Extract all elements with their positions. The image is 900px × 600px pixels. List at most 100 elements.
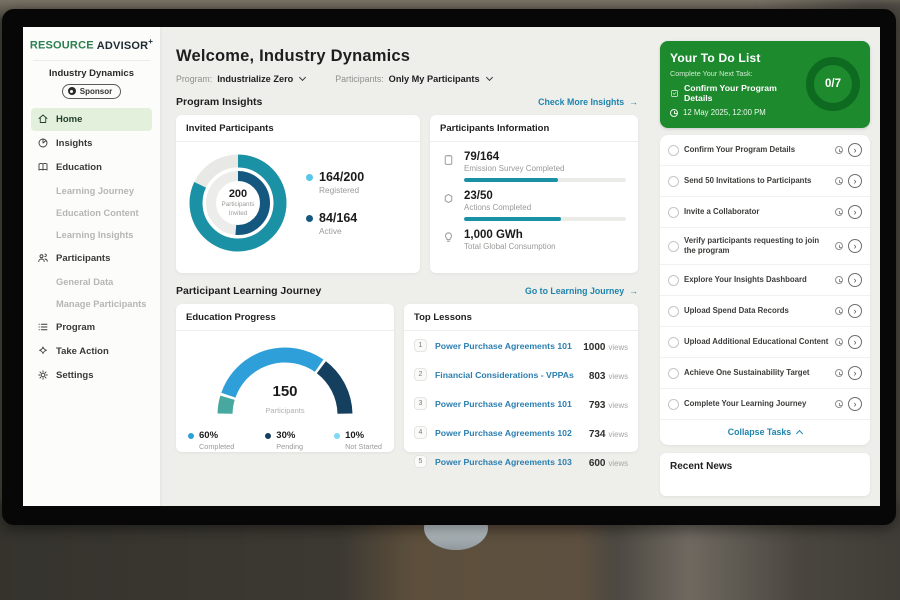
chevron-glyph: › bbox=[854, 276, 857, 285]
task-checkbox[interactable] bbox=[668, 275, 679, 286]
clock-icon bbox=[835, 146, 843, 154]
donut-center-caption: Participants Invited bbox=[212, 201, 264, 217]
views-suffix: views bbox=[609, 430, 629, 439]
task-row[interactable]: Send 50 Invitations to Participants › bbox=[660, 166, 870, 197]
chevron-right-icon[interactable]: › bbox=[848, 366, 862, 380]
task-checkbox[interactable] bbox=[668, 399, 679, 410]
legend-dot bbox=[188, 433, 194, 439]
sidebar-item-education-content[interactable]: Education Content bbox=[23, 202, 160, 224]
chevron-glyph: › bbox=[854, 177, 857, 186]
stat-label: Emission Survey Completed bbox=[464, 164, 626, 173]
chevron-right-icon[interactable]: › bbox=[848, 304, 862, 318]
task-checkbox[interactable] bbox=[668, 368, 679, 379]
sidebar-item-settings[interactable]: Settings bbox=[31, 364, 152, 387]
lesson-link[interactable]: Financial Considerations - VPPAs bbox=[435, 370, 581, 380]
learning-journey-section-header: Participant Learning Journey Go to Learn… bbox=[176, 285, 638, 297]
sidebar-item-learning-insights[interactable]: Learning Insights bbox=[23, 224, 160, 246]
monitor-bezel: RESOURCEADVISOR+ Industry Dynamics Spons… bbox=[2, 9, 896, 525]
lesson-views: 734views bbox=[589, 424, 628, 442]
task-checkbox[interactable] bbox=[668, 145, 679, 156]
progress-bar-fill bbox=[464, 178, 558, 182]
task-row[interactable]: Explore Your Insights Dashboard › bbox=[660, 265, 870, 296]
program-select[interactable]: Program: Industrialize Zero bbox=[176, 74, 305, 84]
actions-icon bbox=[442, 192, 455, 205]
chevron-up-icon bbox=[796, 430, 803, 437]
task-row[interactable]: Invite a Collaborator › bbox=[660, 197, 870, 228]
chevron-right-icon[interactable]: › bbox=[848, 205, 862, 219]
link-label: Go to Learning Journey bbox=[525, 286, 624, 296]
lesson-row[interactable]: 4 Power Purchase Agreements 102 734views bbox=[404, 418, 638, 447]
legend-item-completed: 60% Completed bbox=[188, 430, 234, 451]
chevron-right-icon[interactable]: › bbox=[848, 174, 862, 188]
clock-icon bbox=[835, 338, 843, 346]
sponsor-icon bbox=[68, 87, 76, 95]
task-checkbox[interactable] bbox=[668, 337, 679, 348]
app-logo[interactable]: RESOURCEADVISOR+ bbox=[23, 37, 160, 52]
task-label: Verify participants requesting to join t… bbox=[684, 236, 830, 256]
todo-next-task[interactable]: Confirm Your Program Details bbox=[670, 83, 800, 103]
stat-value: 79/164 bbox=[464, 151, 626, 163]
go-to-learning-journey-link[interactable]: Go to Learning Journey → bbox=[525, 286, 638, 296]
chevron-right-icon[interactable]: › bbox=[848, 335, 862, 349]
lesson-row[interactable]: 3 Power Purchase Agreements 101 793views bbox=[404, 389, 638, 418]
chevron-right-icon[interactable]: › bbox=[848, 239, 862, 253]
task-row[interactable]: Complete Your Learning Journey › bbox=[660, 389, 870, 420]
chevron-right-icon[interactable]: › bbox=[848, 143, 862, 157]
task-checkbox[interactable] bbox=[668, 306, 679, 317]
chevron-glyph: › bbox=[854, 208, 857, 217]
task-label: Explore Your Insights Dashboard bbox=[684, 275, 830, 285]
filter-bar: Program: Industrialize Zero Participants… bbox=[176, 74, 638, 84]
lesson-row[interactable]: 2 Financial Considerations - VPPAs 803vi… bbox=[404, 360, 638, 389]
task-checkbox[interactable] bbox=[668, 241, 679, 252]
logo-text-primary: RESOURCE bbox=[30, 40, 94, 52]
chevron-right-icon[interactable]: › bbox=[848, 397, 862, 411]
chevron-down-icon bbox=[486, 74, 493, 81]
progress-bar-fill bbox=[464, 217, 561, 221]
check-more-insights-link[interactable]: Check More Insights → bbox=[538, 97, 638, 107]
task-row[interactable]: Confirm Your Program Details › bbox=[660, 135, 870, 166]
task-row[interactable]: Achieve One Sustainability Target › bbox=[660, 358, 870, 389]
lesson-link[interactable]: Power Purchase Agreements 101 bbox=[435, 399, 581, 409]
sidebar-item-education[interactable]: Education bbox=[31, 156, 152, 179]
lesson-link[interactable]: Power Purchase Agreements 101 bbox=[435, 341, 575, 351]
sidebar-item-program[interactable]: Program bbox=[31, 316, 152, 339]
lesson-link[interactable]: Power Purchase Agreements 102 bbox=[435, 428, 581, 438]
lesson-row[interactable]: 1 Power Purchase Agreements 101 1000view… bbox=[404, 331, 638, 360]
sidebar-item-insights[interactable]: Insights bbox=[31, 132, 152, 155]
sidebar-item-learning-journey[interactable]: Learning Journey bbox=[23, 180, 160, 202]
lesson-row[interactable]: 5 Power Purchase Agreements 103 600views bbox=[404, 447, 638, 476]
clock-icon bbox=[835, 208, 843, 216]
sidebar-item-take-action[interactable]: Take Action bbox=[31, 340, 152, 363]
todo-summary-card: Your To Do List Complete Your Next Task:… bbox=[660, 41, 870, 128]
views-count: 600 bbox=[589, 458, 606, 469]
task-row[interactable]: Upload Spend Data Records › bbox=[660, 296, 870, 327]
card-title: Top Lessons bbox=[404, 304, 638, 331]
task-row[interactable]: Verify participants requesting to join t… bbox=[660, 228, 870, 265]
sidebar-item-label: Take Action bbox=[56, 346, 109, 357]
lesson-rank: 2 bbox=[414, 368, 427, 381]
sidebar-item-label: Participants bbox=[56, 253, 110, 264]
task-checkbox[interactable] bbox=[668, 176, 679, 187]
gauge-center-value: 150 bbox=[176, 383, 394, 400]
todo-tasks-list: Confirm Your Program Details › Send 50 I… bbox=[660, 135, 870, 445]
sidebar-item-label: Manage Participants bbox=[56, 299, 146, 309]
participants-select[interactable]: Participants: Only My Participants bbox=[335, 74, 491, 84]
task-checkbox[interactable] bbox=[668, 207, 679, 218]
legend-label: Completed bbox=[199, 442, 234, 451]
invited-participants-donut-chart: 200 Participants Invited bbox=[182, 147, 294, 259]
sidebar-item-participants[interactable]: Participants bbox=[31, 247, 152, 270]
collapse-tasks-link[interactable]: Collapse Tasks bbox=[660, 420, 870, 445]
lesson-link[interactable]: Power Purchase Agreements 103 bbox=[435, 457, 581, 467]
views-count: 803 bbox=[589, 371, 606, 382]
sidebar-item-manage-participants[interactable]: Manage Participants bbox=[23, 293, 160, 315]
legend-dot bbox=[306, 215, 313, 222]
sidebar-item-home[interactable]: Home bbox=[31, 108, 152, 131]
sidebar-item-general-data[interactable]: General Data bbox=[23, 271, 160, 293]
chevron-right-icon[interactable]: › bbox=[848, 273, 862, 287]
logo-text-secondary: ADVISOR bbox=[97, 40, 149, 52]
list-icon bbox=[37, 321, 49, 333]
task-label: Upload Additional Educational Content bbox=[684, 337, 830, 347]
task-row[interactable]: Upload Additional Educational Content › bbox=[660, 327, 870, 358]
lesson-views: 600views bbox=[589, 453, 628, 471]
sidebar-item-label: Settings bbox=[56, 370, 93, 381]
